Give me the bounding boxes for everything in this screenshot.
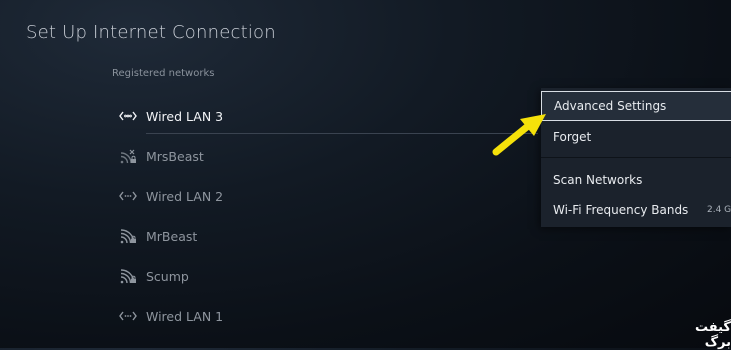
wifi-locked-icon bbox=[118, 266, 138, 286]
scan-networks-menu-item[interactable]: Scan Networks bbox=[541, 165, 731, 195]
network-item-scump[interactable]: Scump bbox=[118, 256, 538, 296]
network-item-wired-lan-3[interactable]: Wired LAN 3 bbox=[118, 96, 538, 136]
wifi-frequency-value: 2.4 GHz bbox=[707, 205, 731, 215]
registered-networks-label: Registered networks bbox=[112, 68, 215, 79]
ethernet-icon bbox=[118, 186, 138, 206]
network-label: Wired LAN 1 bbox=[146, 308, 224, 324]
network-item-mrbeast[interactable]: MrBeast bbox=[118, 216, 538, 256]
wifi-frequency-bands-label: Wi-Fi Frequency Bands bbox=[553, 203, 689, 217]
menu-divider bbox=[541, 157, 731, 158]
forget-label: Forget bbox=[553, 130, 592, 144]
watermark-logo: گیفت برگ bbox=[695, 320, 731, 350]
advanced-settings-label: Advanced Settings bbox=[554, 99, 667, 113]
pointer-arrow-icon bbox=[492, 114, 546, 156]
ethernet-icon bbox=[118, 106, 138, 126]
network-label: MrBeast bbox=[146, 228, 198, 244]
wifi-frequency-bands-menu-item[interactable]: Wi-Fi Frequency Bands 2.4 GHz bbox=[541, 195, 731, 225]
forget-menu-item[interactable]: Forget bbox=[541, 122, 731, 152]
wifi-disconnected-locked-icon bbox=[118, 146, 138, 166]
network-options-menu: Advanced Settings Forget Scan Networks W… bbox=[541, 88, 731, 227]
network-item-wired-lan-2[interactable]: Wired LAN 2 bbox=[118, 176, 538, 216]
scan-networks-label: Scan Networks bbox=[553, 173, 643, 187]
advanced-settings-menu-item[interactable]: Advanced Settings bbox=[541, 91, 731, 121]
network-item-mrsbeast[interactable]: MrsBeast bbox=[118, 136, 538, 176]
network-label: MrsBeast bbox=[146, 148, 204, 164]
network-item-wired-lan-1[interactable]: Wired LAN 1 bbox=[118, 296, 538, 336]
network-label: Wired LAN 3 bbox=[146, 108, 224, 124]
network-label: Scump bbox=[146, 268, 189, 284]
ethernet-icon bbox=[118, 306, 138, 326]
page-title: Set Up Internet Connection bbox=[26, 22, 276, 43]
network-list: Wired LAN 3 MrsBeast Wired LAN 2 MrBeast… bbox=[118, 96, 538, 336]
wifi-locked-icon bbox=[118, 226, 138, 246]
network-label: Wired LAN 2 bbox=[146, 188, 224, 204]
